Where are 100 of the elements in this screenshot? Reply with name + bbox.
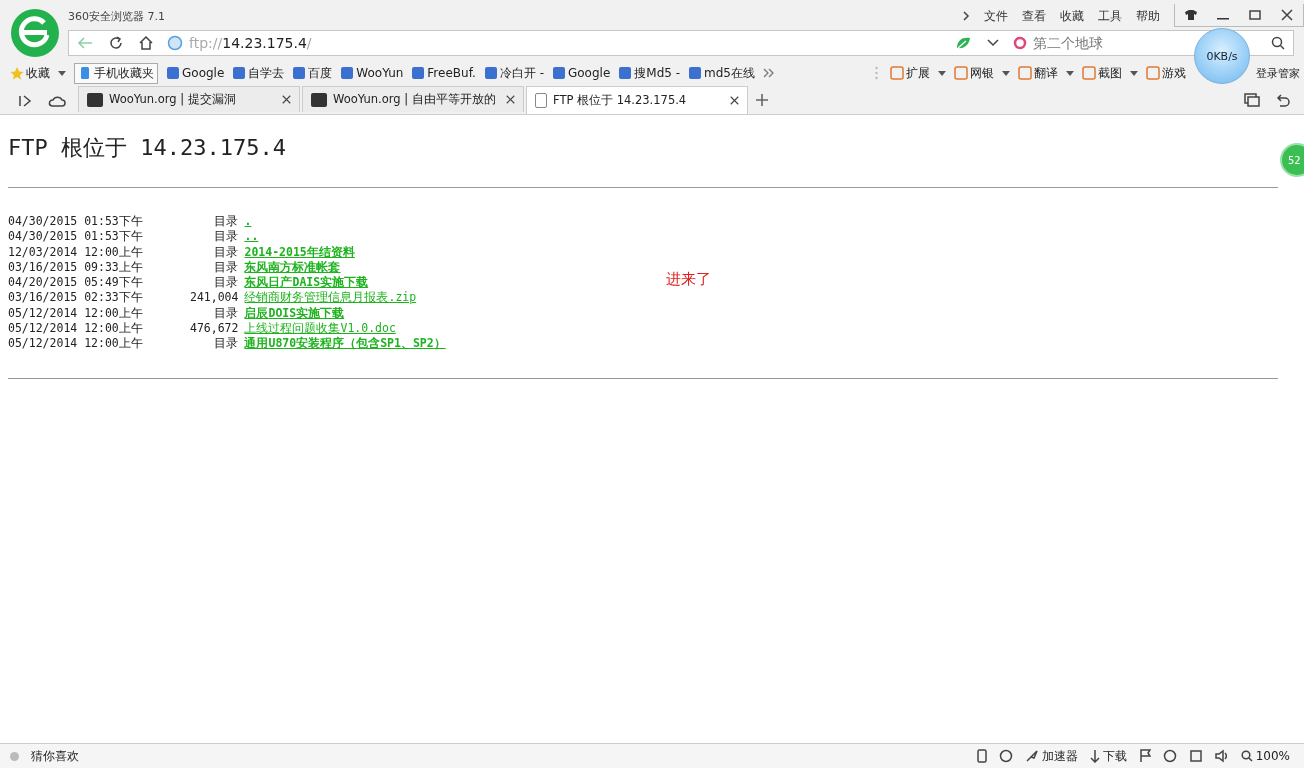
directory-label: 目录 — [213, 336, 240, 352]
caret-icon[interactable] — [1002, 70, 1010, 76]
bookmark-item[interactable]: FreeBuf. — [411, 66, 476, 80]
phone-icon[interactable] — [976, 749, 987, 763]
accelerator-button[interactable]: 加速器 — [1041, 747, 1078, 765]
home-icon[interactable] — [139, 36, 153, 50]
flag-icon[interactable] — [1138, 749, 1151, 763]
speed-bubble[interactable]: 0KB/s — [1194, 28, 1250, 84]
url-text: ftp://14.23.175.4/ — [189, 35, 313, 51]
globe-icon — [167, 35, 183, 51]
tool-icon — [954, 66, 968, 80]
browser-tab[interactable]: WooYun.org | 提交漏洞 — [78, 86, 300, 112]
bookmark-item[interactable]: 收藏 — [10, 64, 50, 82]
site-icon — [292, 66, 307, 80]
date-text: 04/30/2015 01:53下午 — [8, 214, 144, 230]
caret-icon[interactable] — [58, 70, 66, 76]
tool-icon — [1082, 66, 1096, 80]
bookmark-item[interactable]: Google — [166, 66, 225, 80]
close-icon[interactable] — [730, 96, 739, 105]
site-icon — [483, 66, 498, 80]
zoom-icon — [1240, 750, 1253, 762]
date-text: 05/12/2014 12:00上午 — [8, 321, 144, 337]
close-icon[interactable] — [282, 95, 291, 104]
status-link[interactable]: 猜你喜欢 — [31, 747, 79, 765]
phone-icon — [78, 66, 92, 80]
site-icon — [87, 92, 103, 107]
circle-icon[interactable] — [1162, 749, 1177, 763]
menu-item[interactable]: 帮助 — [1136, 7, 1160, 25]
download-arrow-icon — [1089, 749, 1100, 763]
grip-icon — [875, 66, 878, 80]
menu-item[interactable]: 收藏 — [1060, 7, 1084, 25]
size-text: 476,672 — [189, 321, 240, 337]
directory-label: 目录 — [213, 259, 240, 276]
browser-logo — [10, 8, 60, 58]
bookmark-item[interactable]: 手机收藏夹 — [74, 62, 158, 84]
search-engine-icon — [1013, 36, 1027, 50]
site-icon — [688, 66, 703, 80]
chevron-icon[interactable] — [962, 10, 970, 22]
caret-icon[interactable] — [1066, 70, 1074, 76]
site-icon — [232, 66, 247, 80]
toolbar-button[interactable]: 翻译 — [1018, 64, 1058, 82]
tool-icon — [890, 66, 904, 80]
site-icon — [551, 66, 566, 80]
bookmark-item[interactable]: Google — [551, 66, 611, 80]
date-text: 03/16/2015 02:33下午 — [8, 290, 144, 306]
zoom-button[interactable]: 100% — [1255, 749, 1290, 763]
date-text: 05/12/2014 12:00上午 — [8, 336, 144, 352]
page-icon — [535, 93, 547, 108]
tool-icon — [1146, 66, 1160, 80]
undo-icon[interactable] — [1276, 93, 1290, 107]
circle-icon[interactable] — [998, 749, 1013, 763]
cloud-icon[interactable] — [48, 95, 66, 107]
tab-title: WooYun.org | 提交漏洞 — [109, 92, 237, 107]
download-button[interactable]: 下载 — [1102, 747, 1127, 765]
menu-item[interactable]: 工具 — [1098, 7, 1122, 25]
double-chevron-icon[interactable] — [763, 68, 775, 78]
toolbar-button[interactable]: 游戏 — [1146, 64, 1186, 82]
caret-icon[interactable] — [1130, 70, 1138, 76]
directory-label: 目录 — [213, 244, 240, 260]
window-icon[interactable] — [1188, 749, 1203, 763]
toolbar-button[interactable]: 网银 — [954, 64, 994, 82]
sidebar-toggle-icon[interactable] — [18, 95, 32, 107]
date-text: 04/20/2015 05:49下午 — [8, 275, 144, 291]
dropdown-icon[interactable] — [987, 39, 999, 47]
shirt-icon[interactable] — [1185, 10, 1197, 20]
toolbar-button[interactable]: 扩展 — [890, 64, 930, 82]
browser-tab[interactable]: WooYun.org | 自由平等开放的 — [302, 86, 524, 112]
maximize-icon[interactable] — [1249, 10, 1261, 20]
bookmark-item[interactable]: 冷白开 - — [483, 64, 544, 82]
tool-icon — [1018, 66, 1032, 80]
directory-label: 目录 — [213, 214, 240, 230]
close-icon[interactable] — [1281, 9, 1293, 21]
plus-icon[interactable] — [756, 94, 768, 106]
site-icon — [340, 66, 355, 80]
site-icon — [618, 66, 633, 80]
reload-icon[interactable] — [109, 36, 123, 50]
bookmark-item[interactable]: WooYun — [340, 66, 404, 80]
bookmark-item[interactable]: 自学去 — [232, 64, 285, 82]
tab-title: FTP 根位于 14.23.175.4 — [553, 93, 688, 108]
speaker-icon[interactable] — [1214, 749, 1229, 763]
close-icon[interactable] — [506, 95, 515, 104]
page-heading: FTP 根位于 14.23.175.4 — [8, 134, 287, 162]
window-title: 360安全浏览器 7.1 — [68, 8, 166, 24]
toolbar-button[interactable]: 登录管家 — [1256, 65, 1300, 81]
dot-icon — [10, 751, 19, 761]
search-icon[interactable] — [1271, 36, 1285, 50]
directory-label: 目录 — [213, 229, 240, 245]
directory-label: 目录 — [213, 305, 240, 322]
bookmark-item[interactable]: 百度 — [292, 64, 333, 82]
tab-list-icon[interactable] — [1244, 93, 1260, 107]
browser-tab[interactable]: FTP 根位于 14.23.175.4 — [526, 86, 748, 114]
toolbar-button[interactable]: 截图 — [1082, 64, 1122, 82]
date-text: 12/03/2014 12:00上午 — [8, 244, 144, 260]
menu-item[interactable]: 查看 — [1022, 7, 1046, 25]
tab-title: WooYun.org | 自由平等开放的 — [333, 92, 497, 107]
leaf-icon — [955, 36, 971, 50]
menu-item[interactable]: 文件 — [984, 7, 1008, 25]
bookmark-item[interactable]: md5在线 — [688, 64, 755, 82]
bookmark-item[interactable]: 搜Md5 - — [618, 64, 681, 82]
caret-icon[interactable] — [938, 70, 946, 76]
